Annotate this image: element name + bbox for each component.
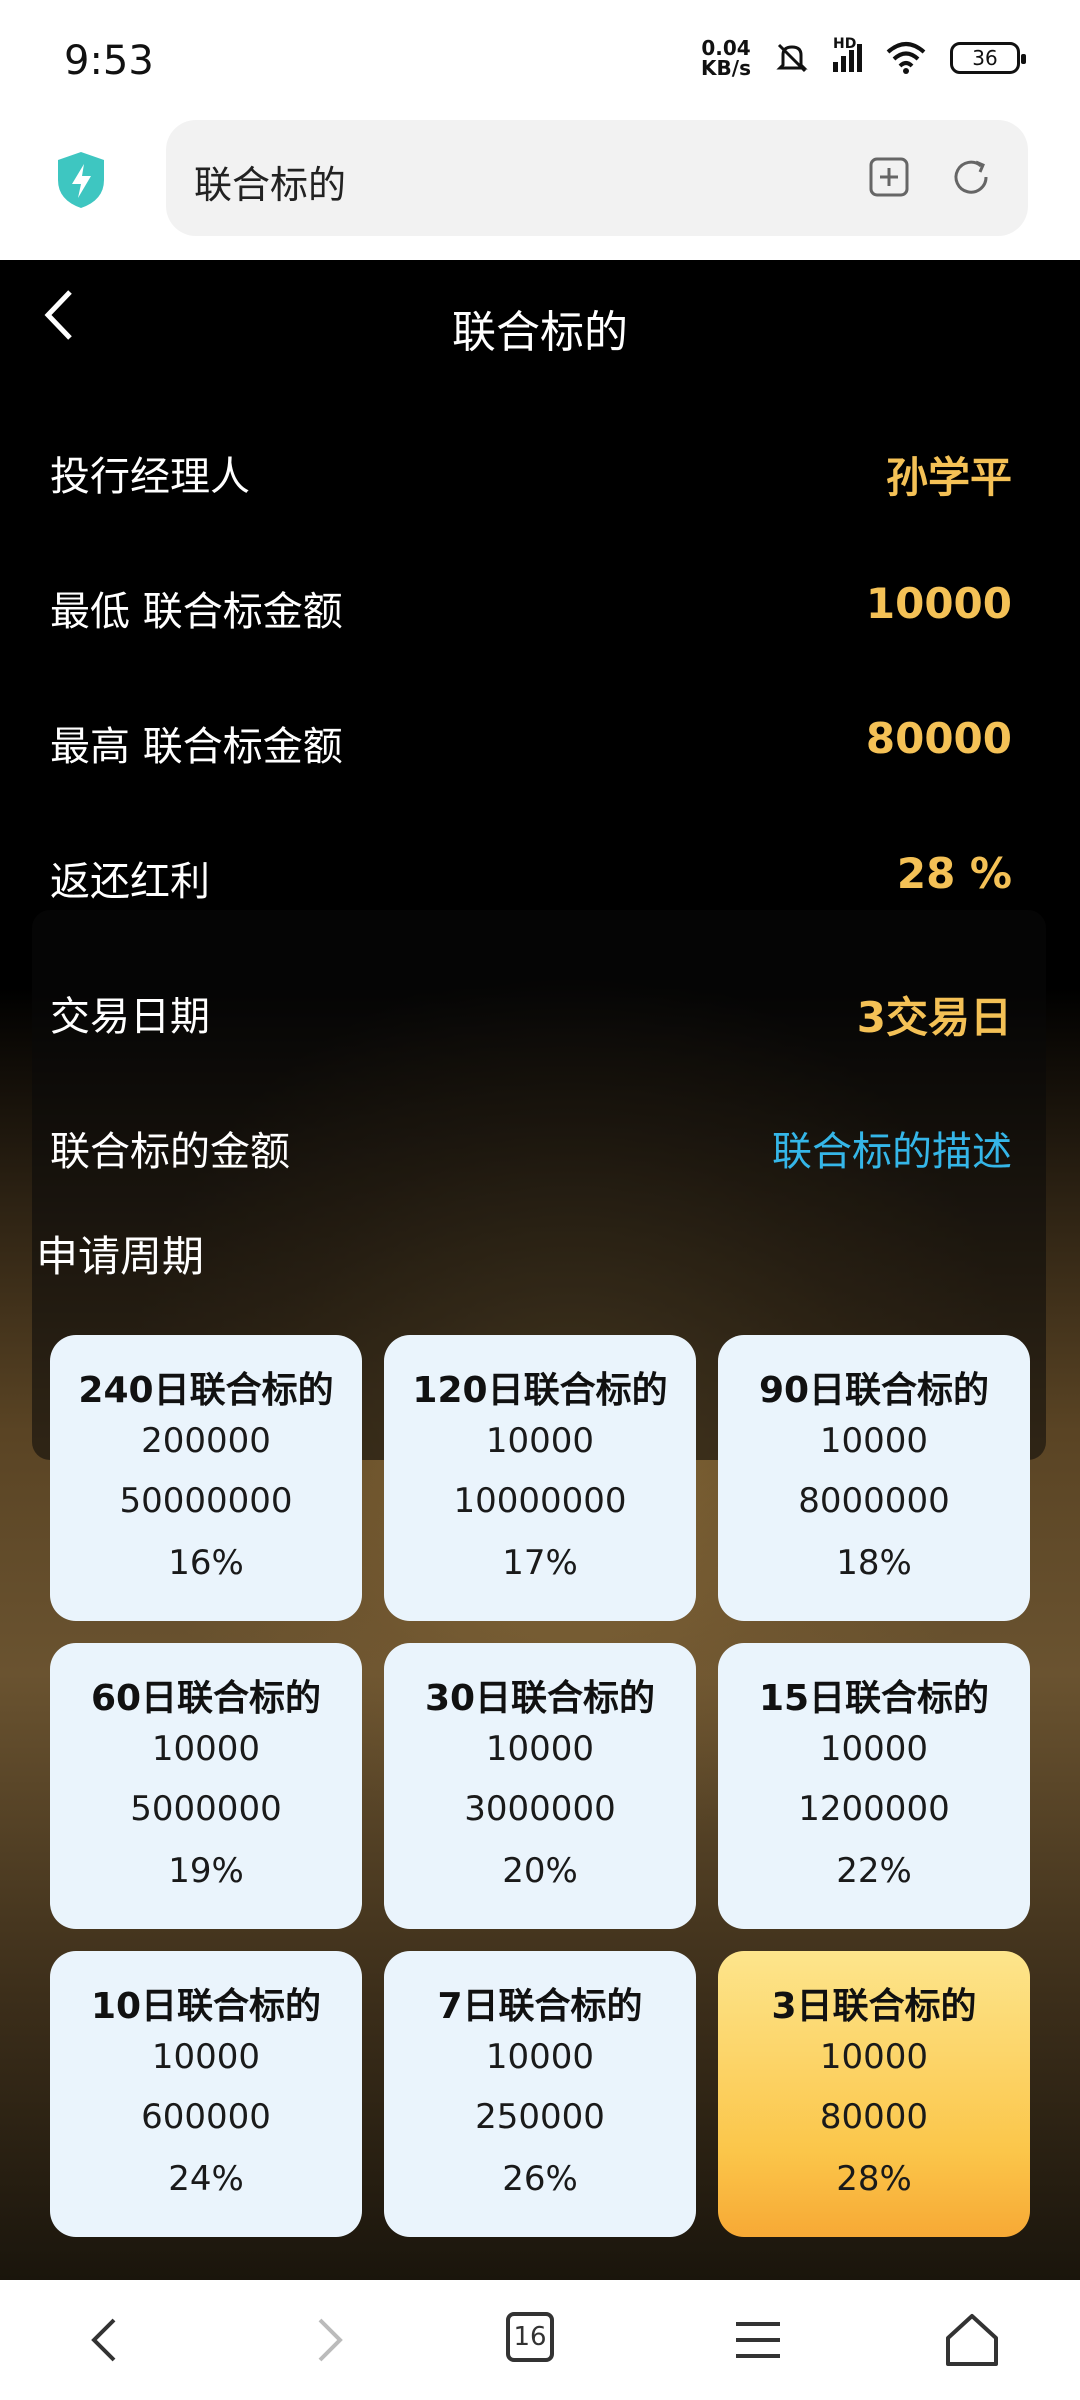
status-icons: 0.04 KB/s HD 36	[701, 36, 1026, 80]
info-row-trade-date: 交易日期 3交易日	[50, 970, 1012, 1050]
card-rate: 26%	[502, 2159, 578, 2199]
card-max: 5000000	[130, 1789, 282, 1829]
add-bookmark-icon[interactable]	[866, 154, 912, 200]
bell-muted-icon	[776, 43, 808, 73]
card-min: 10000	[485, 2037, 595, 2077]
card-title: 10日联合标的	[90, 1986, 322, 2027]
period-card-60[interactable]: 60日联合标的 10000 5000000 19%	[50, 1643, 362, 1929]
home-icon[interactable]	[940, 2308, 1004, 2372]
card-rate: 22%	[836, 1851, 912, 1891]
description-link[interactable]: 联合标的描述	[772, 1119, 1012, 1177]
period-card-120[interactable]: 120日联合标的 10000 10000000 17%	[384, 1335, 696, 1621]
card-title: 30日联合标的	[424, 1678, 656, 1719]
page-content: 联合标的 投行经理人 孙学平 最低 联合标金额 10000 最高 联合标金额 8…	[0, 260, 1080, 2280]
period-card-3-selected[interactable]: 3日联合标的 10000 80000 28%	[718, 1951, 1030, 2237]
info-value: 3交易日	[856, 993, 1012, 1042]
info-row-bonus: 返还红利 28 %	[50, 835, 1012, 915]
battery-indicator: 36	[950, 42, 1026, 74]
section-title: 申请周期	[36, 1232, 205, 1281]
card-max: 250000	[475, 2097, 605, 2137]
card-rate: 20%	[502, 1851, 578, 1891]
period-card-240[interactable]: 240日联合标的 200000 50000000 16%	[50, 1335, 362, 1621]
card-max: 10000000	[453, 1481, 627, 1521]
info-value: 10000	[865, 579, 1012, 628]
info-label: 联合标的金额	[50, 1129, 290, 1175]
card-rate: 28%	[836, 2159, 912, 2199]
card-max: 600000	[141, 2097, 271, 2137]
info-row-manager: 投行经理人 孙学平	[50, 430, 1012, 510]
period-card-30[interactable]: 30日联合标的 10000 3000000 20%	[384, 1643, 696, 1929]
browser-address-bar: 联合标的	[0, 120, 1080, 260]
status-time: 9:53	[64, 38, 154, 84]
nav-back-icon[interactable]	[74, 2308, 138, 2372]
url-field[interactable]: 联合标的	[166, 120, 1028, 236]
info-value: 孙学平	[885, 453, 1012, 502]
url-text[interactable]: 联合标的	[194, 154, 346, 209]
info-label: 最低 联合标金额	[50, 589, 343, 635]
card-min: 10000	[151, 1729, 261, 1769]
card-title: 90日联合标的	[758, 1370, 990, 1411]
card-max: 80000	[819, 2097, 929, 2137]
menu-icon[interactable]	[726, 2308, 790, 2372]
card-title: 3日联合标的	[771, 1986, 977, 2027]
card-min: 10000	[819, 1729, 929, 1769]
tab-count-button[interactable]: 16	[506, 2312, 554, 2362]
info-row-description: 联合标的金额 联合标的描述	[50, 1105, 1012, 1185]
card-min: 10000	[819, 2037, 929, 2077]
wifi-icon	[886, 42, 926, 74]
card-rate: 16%	[168, 1543, 244, 1583]
card-title: 15日联合标的	[758, 1678, 990, 1719]
card-title: 240日联合标的	[78, 1370, 334, 1411]
nav-forward-icon[interactable]	[296, 2308, 360, 2372]
info-value: 28 %	[896, 849, 1012, 898]
page-title: 联合标的	[452, 307, 628, 358]
card-min: 10000	[485, 1421, 595, 1461]
period-card-90[interactable]: 90日联合标的 10000 8000000 18%	[718, 1335, 1030, 1621]
card-title: 7日联合标的	[437, 1986, 643, 2027]
card-min: 10000	[485, 1729, 595, 1769]
browser-bottom-nav: 16	[0, 2280, 1080, 2400]
card-min: 10000	[151, 2037, 261, 2077]
card-rate: 18%	[836, 1543, 912, 1583]
info-label: 最高 联合标金额	[50, 724, 343, 770]
info-row-max-amount: 最高 联合标金额 80000	[50, 700, 1012, 780]
card-max: 8000000	[798, 1481, 950, 1521]
card-title: 120日联合标的	[412, 1370, 668, 1411]
info-label: 交易日期	[50, 994, 210, 1040]
info-value: 80000	[865, 714, 1012, 763]
card-min: 200000	[141, 1421, 271, 1461]
signal-icon: HD	[833, 36, 862, 72]
network-speed: 0.04 KB/s	[701, 36, 751, 80]
period-card-7[interactable]: 7日联合标的 10000 250000 26%	[384, 1951, 696, 2237]
info-row-min-amount: 最低 联合标金额 10000	[50, 565, 1012, 645]
card-title: 60日联合标的	[90, 1678, 322, 1719]
card-max: 3000000	[464, 1789, 616, 1829]
refresh-icon[interactable]	[948, 154, 994, 200]
card-rate: 24%	[168, 2159, 244, 2199]
card-max: 1200000	[798, 1789, 950, 1829]
card-min: 10000	[819, 1421, 929, 1461]
period-card-15[interactable]: 15日联合标的 10000 1200000 22%	[718, 1643, 1030, 1929]
card-rate: 17%	[502, 1543, 578, 1583]
status-bar: 9:53 0.04 KB/s HD 36	[0, 0, 1080, 120]
shield-icon[interactable]	[54, 150, 108, 210]
card-max: 50000000	[119, 1481, 293, 1521]
info-label: 返还红利	[50, 859, 210, 905]
period-card-10[interactable]: 10日联合标的 10000 600000 24%	[50, 1951, 362, 2237]
info-label: 投行经理人	[50, 454, 250, 500]
card-rate: 19%	[168, 1851, 244, 1891]
